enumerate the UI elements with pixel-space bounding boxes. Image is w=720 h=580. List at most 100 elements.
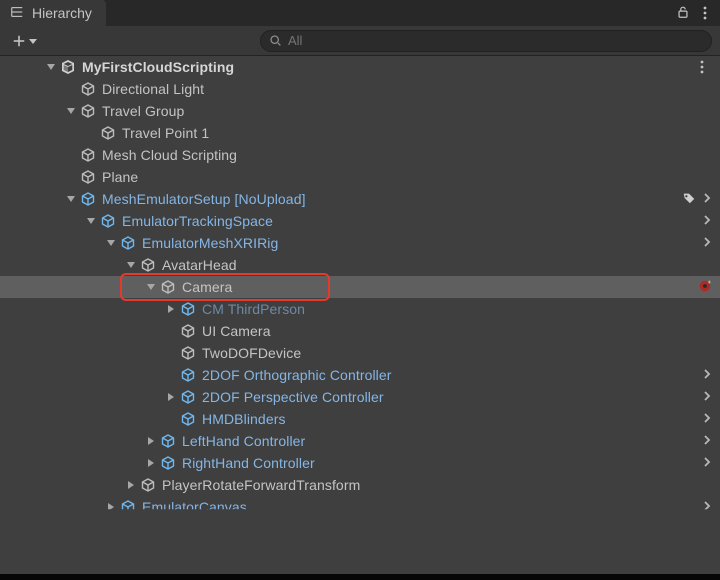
foldout-toggle[interactable] (144, 456, 158, 470)
prefab-cube-icon (180, 367, 196, 383)
prefab-cube-icon (180, 411, 196, 427)
gameobject-name: AvatarHead (162, 257, 237, 273)
tree-row[interactable]: TwoDOFDevice (0, 342, 720, 364)
gameobject-name: EmulatorCanvas (142, 499, 247, 515)
tree-row[interactable]: Plane (0, 166, 720, 188)
open-prefab-icon[interactable] (702, 389, 712, 405)
gameobject-name: Camera (182, 279, 232, 295)
scene-menu-icon[interactable] (692, 58, 712, 76)
gameobject-cube-icon (160, 279, 176, 295)
gameobject-cube-icon (180, 323, 196, 339)
gameobject-cube-icon (80, 81, 96, 97)
prefab-cube-icon (120, 499, 136, 515)
foldout-toggle[interactable] (144, 280, 158, 294)
gameobject-name: HMDBlinders (202, 411, 286, 427)
foldout-toggle[interactable] (64, 104, 78, 118)
open-prefab-icon[interactable] (702, 411, 712, 427)
search-input[interactable] (288, 33, 703, 48)
foldout-toggle[interactable] (84, 214, 98, 228)
foldout-toggle[interactable] (44, 60, 58, 74)
tree-row[interactable]: RightHand Controller (0, 452, 720, 474)
gameobject-name: LeftHand Controller (182, 433, 305, 449)
tree-row[interactable]: AvatarHead (0, 254, 720, 276)
gameobject-name: Travel Group (102, 103, 184, 119)
gameobject-cube-icon (100, 125, 116, 141)
prefab-cube-icon (80, 191, 96, 207)
gameobject-name: EmulatorTrackingSpace (122, 213, 273, 229)
tag-icon (682, 191, 696, 208)
gameobject-name: Travel Point 1 (122, 125, 209, 141)
gameobject-cube-icon (80, 169, 96, 185)
foldout-toggle[interactable] (104, 500, 118, 514)
tree-row[interactable]: EmulatorTrackingSpace (0, 210, 720, 232)
tree-row[interactable]: Mesh Cloud Scripting (0, 144, 720, 166)
tree-row[interactable]: LeftHand Controller (0, 430, 720, 452)
foldout-toggle[interactable] (164, 302, 178, 316)
foldout-toggle[interactable] (124, 258, 138, 272)
hierarchy-toolbar (0, 26, 720, 56)
prefab-cube-icon (180, 301, 196, 317)
gameobject-name: Plane (102, 169, 138, 185)
open-prefab-icon[interactable] (702, 499, 712, 515)
gameobject-name: MeshEmulatorSetup [NoUpload] (102, 191, 306, 207)
prefab-cube-icon (180, 389, 196, 405)
prefab-cube-icon (100, 213, 116, 229)
panel-menu-icon[interactable] (700, 4, 720, 22)
gameobject-cube-icon (80, 147, 96, 163)
open-prefab-icon[interactable] (702, 367, 712, 383)
tree-row[interactable]: Camera (0, 276, 720, 298)
open-prefab-icon[interactable] (702, 213, 712, 229)
hierarchy-icon (10, 5, 24, 22)
open-prefab-icon[interactable] (702, 191, 712, 207)
tree-row[interactable]: Travel Point 1 (0, 122, 720, 144)
foldout-toggle[interactable] (144, 434, 158, 448)
gameobject-name: EmulatorMeshXRIRig (142, 235, 278, 251)
prefab-cube-icon (120, 235, 136, 251)
open-prefab-icon[interactable] (702, 455, 712, 471)
open-prefab-icon[interactable] (702, 235, 712, 251)
prefab-cube-icon (160, 455, 176, 471)
scene-name: MyFirstCloudScripting (82, 59, 234, 75)
tree-row[interactable]: EmulatorMeshXRIRig (0, 232, 720, 254)
gameobject-name: CM ThirdPerson (202, 301, 305, 317)
gameobject-name: PlayerRotateForwardTransform (162, 477, 360, 493)
tab-title: Hierarchy (32, 5, 92, 21)
prefab-cube-icon (160, 433, 176, 449)
tree-row[interactable]: HMDBlinders (0, 408, 720, 430)
search-icon (269, 34, 282, 47)
gameobject-name: 2DOF Perspective Controller (202, 389, 384, 405)
foldout-toggle[interactable] (164, 390, 178, 404)
gameobject-name: TwoDOFDevice (202, 345, 301, 361)
foldout-toggle[interactable] (64, 192, 78, 206)
missing-script-icon (698, 279, 712, 296)
open-prefab-icon[interactable] (702, 433, 712, 449)
tree-row[interactable]: PlayerRotateForwardTransform (0, 474, 720, 496)
tree-row[interactable]: 2DOF Orthographic Controller (0, 364, 720, 386)
lock-icon[interactable] (666, 5, 700, 22)
gameobject-name: Directional Light (102, 81, 204, 97)
tree-row[interactable]: 2DOF Perspective Controller (0, 386, 720, 408)
tree-bottom-edge (0, 574, 720, 580)
gameobject-cube-icon (140, 257, 156, 273)
gameobject-cube-icon (140, 477, 156, 493)
scene-icon (60, 59, 76, 75)
tree-row[interactable]: Directional Light (0, 78, 720, 100)
tree-row[interactable]: Travel Group (0, 100, 720, 122)
hierarchy-tree[interactable]: MyFirstCloudScripting Directional Light … (0, 56, 720, 580)
tree-row[interactable]: MyFirstCloudScripting (0, 56, 720, 78)
gameobject-name: Mesh Cloud Scripting (102, 147, 237, 163)
gameobject-cube-icon (180, 345, 196, 361)
create-dropdown[interactable] (6, 30, 44, 52)
search-field[interactable] (260, 30, 712, 52)
hierarchy-tab[interactable]: Hierarchy (0, 0, 106, 26)
foldout-toggle[interactable] (104, 236, 118, 250)
gameobject-name: 2DOF Orthographic Controller (202, 367, 392, 383)
tree-row[interactable]: MeshEmulatorSetup [NoUpload] (0, 188, 720, 210)
foldout-toggle[interactable] (124, 478, 138, 492)
gameobject-name: RightHand Controller (182, 455, 315, 471)
gameobject-name: UI Camera (202, 323, 271, 339)
tree-row[interactable]: UI Camera (0, 320, 720, 342)
tree-row[interactable]: CM ThirdPerson (0, 298, 720, 320)
tree-row[interactable]: EmulatorCanvas (0, 496, 720, 518)
gameobject-cube-icon (80, 103, 96, 119)
